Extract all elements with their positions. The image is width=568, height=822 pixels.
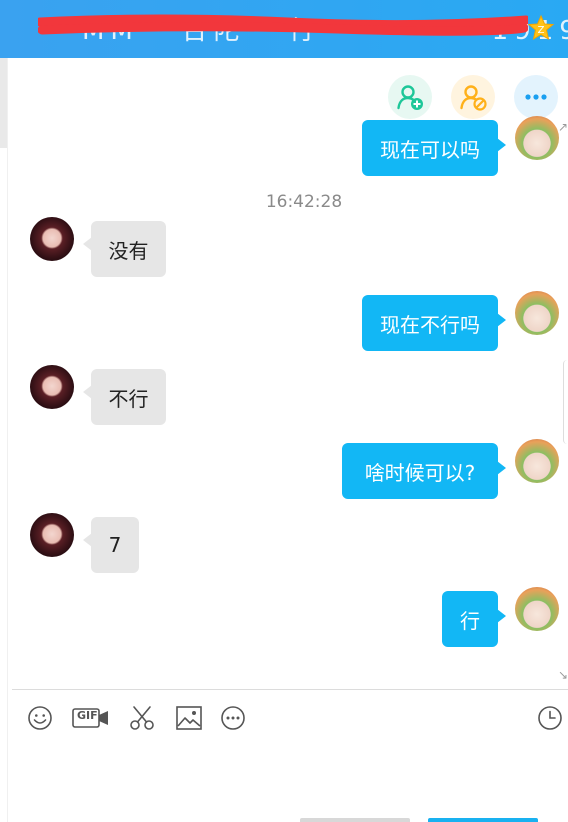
- send-button-edge[interactable]: [428, 818, 538, 822]
- message-text: 没有: [108, 238, 149, 263]
- more-options-button[interactable]: [219, 704, 247, 732]
- svg-text:Z: Z: [538, 25, 545, 36]
- resize-arrow-icon: ↗: [558, 120, 568, 134]
- close-button-edge[interactable]: [300, 818, 410, 822]
- left-border: [7, 58, 8, 822]
- more-options-icon: [221, 706, 245, 730]
- message-text: 不行: [108, 386, 149, 411]
- message-bubble-outgoing[interactable]: 行: [442, 591, 498, 647]
- remove-friend-icon: [460, 85, 487, 111]
- gif-button[interactable]: GIF: [72, 704, 110, 732]
- contact-avatar[interactable]: [30, 513, 74, 557]
- screenshot-button[interactable]: [128, 704, 156, 732]
- contact-avatar[interactable]: [30, 217, 74, 261]
- message-input-area[interactable]: [12, 740, 562, 814]
- gif-label: GIF: [77, 709, 98, 722]
- message-bubble-incoming[interactable]: 不行: [91, 369, 166, 425]
- message-text: 现在不行吗: [380, 312, 480, 337]
- message-bubble-outgoing[interactable]: 啥时候可以?: [342, 443, 498, 499]
- message-text: 行: [460, 608, 480, 633]
- history-clock-icon: [538, 706, 562, 730]
- redaction-scribble: [38, 14, 528, 36]
- message-text: 7: [108, 533, 122, 557]
- history-button[interactable]: [536, 704, 564, 732]
- bubble-tail: [497, 609, 506, 623]
- image-icon: [176, 706, 202, 730]
- message-timestamp: 16:42:28: [265, 192, 343, 212]
- left-panel-edge: [0, 58, 7, 148]
- message-bubble-outgoing[interactable]: 现在可以吗: [362, 120, 498, 176]
- side-panel-handle[interactable]: [563, 360, 568, 444]
- bubble-tail: [497, 138, 506, 152]
- more-icon: [525, 94, 547, 100]
- input-divider: [12, 689, 568, 690]
- emoji-icon: [28, 706, 52, 730]
- add-friend-button[interactable]: [388, 75, 432, 119]
- screenshot-scissors-icon: [130, 706, 154, 730]
- emoji-button[interactable]: [26, 704, 54, 732]
- my-avatar[interactable]: [515, 587, 559, 631]
- vip-star-icon: Z: [527, 14, 555, 41]
- my-avatar[interactable]: [515, 116, 559, 160]
- message-bubble-outgoing[interactable]: 现在不行吗: [362, 295, 498, 351]
- more-button[interactable]: [514, 75, 558, 119]
- title-bar: MM · 台陀 · 行 ·········· 19191) Z: [0, 0, 568, 58]
- message-bubble-incoming[interactable]: 7: [91, 517, 139, 573]
- my-avatar[interactable]: [515, 439, 559, 483]
- bubble-tail: [497, 313, 506, 327]
- message-text: 啥时候可以?: [364, 460, 476, 485]
- add-friend-icon: [397, 85, 423, 110]
- message-bubble-incoming[interactable]: 没有: [91, 221, 166, 277]
- contact-avatar[interactable]: [30, 365, 74, 409]
- image-button[interactable]: [175, 704, 203, 732]
- remove-friend-button[interactable]: [451, 75, 495, 119]
- resize-arrow-icon: ↘: [558, 668, 568, 682]
- message-text: 现在可以吗: [380, 137, 480, 162]
- bubble-tail: [497, 461, 506, 475]
- my-avatar[interactable]: [515, 291, 559, 335]
